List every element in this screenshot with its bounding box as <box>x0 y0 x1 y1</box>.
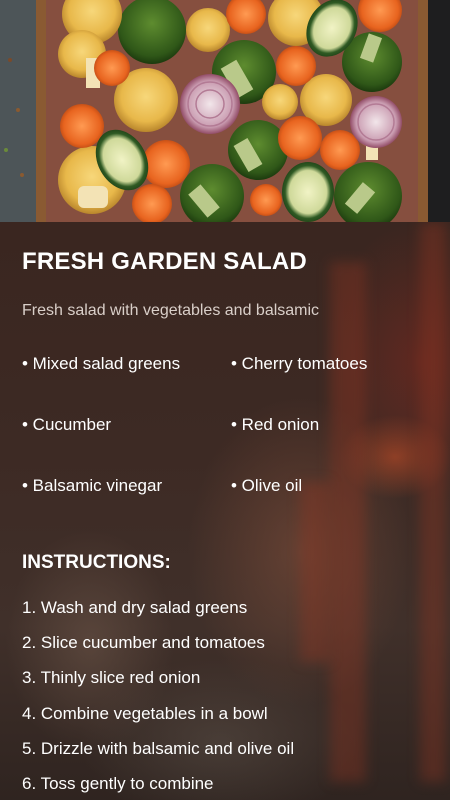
vegetable-tray-illustration <box>0 0 450 222</box>
ingredient-item: • Red onion <box>231 415 320 434</box>
ingredient-item: • Cucumber <box>22 415 112 434</box>
recipe-description: Fresh salad with vegetables and balsamic <box>22 302 320 319</box>
instructions-heading: INSTRUCTIONS: <box>22 552 171 573</box>
ingredient-item: • Cherry tomatoes <box>231 354 368 373</box>
ingredient-item: • Mixed salad greens <box>22 354 181 373</box>
recipe-title: FRESH GARDEN SALAD <box>22 248 307 275</box>
instruction-step: 4. Combine vegetables in a bowl <box>22 704 268 723</box>
instruction-step: 3. Thinly slice red onion <box>22 668 201 687</box>
recipe-hero-image <box>0 0 450 222</box>
instruction-step: 5. Drizzle with balsamic and olive oil <box>22 739 295 758</box>
ingredient-item: • Balsamic vinegar <box>22 476 163 495</box>
instruction-step: 1. Wash and dry salad greens <box>22 598 248 617</box>
instruction-step: 6. Toss gently to combine <box>22 774 214 793</box>
ingredient-item: • Olive oil <box>231 476 303 495</box>
recipe-card: FRESH GARDEN SALAD Fresh salad with vege… <box>0 222 450 800</box>
instruction-step: 2. Slice cucumber and tomatoes <box>22 633 265 652</box>
